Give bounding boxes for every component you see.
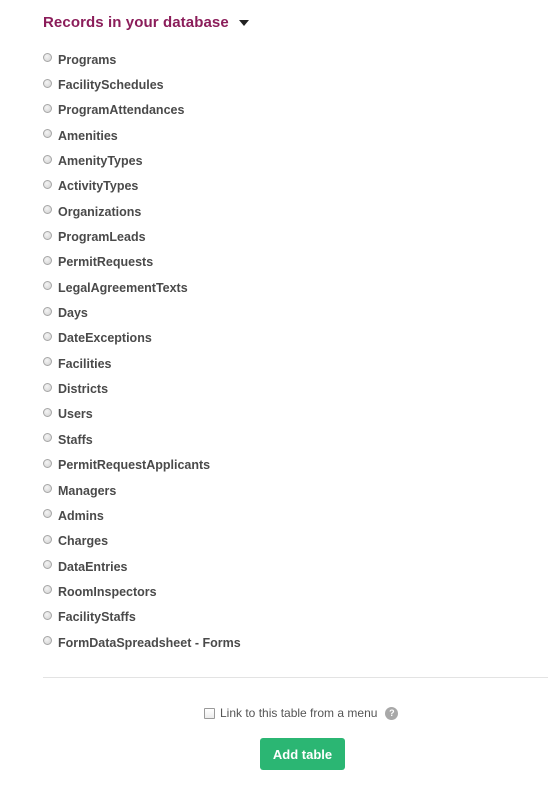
record-radio[interactable] bbox=[43, 357, 52, 367]
record-item[interactable]: FormDataSpreadsheet - Forms bbox=[43, 630, 241, 655]
record-radio[interactable] bbox=[43, 281, 52, 291]
record-item[interactable]: Days bbox=[43, 300, 241, 325]
record-item[interactable]: ProgramAttendances bbox=[43, 98, 241, 123]
record-label: PermitRequestApplicants bbox=[58, 458, 211, 473]
record-radio[interactable] bbox=[43, 331, 52, 341]
record-item[interactable]: AmenityTypes bbox=[43, 148, 241, 173]
record-radio[interactable] bbox=[43, 129, 52, 139]
record-radio[interactable] bbox=[43, 78, 52, 88]
record-item[interactable]: DateExceptions bbox=[43, 326, 241, 351]
record-label: Days bbox=[58, 306, 88, 321]
records-header-title: Records in your database bbox=[43, 14, 229, 31]
caret-down-icon[interactable] bbox=[238, 20, 249, 26]
record-radio[interactable] bbox=[43, 610, 52, 620]
record-radio[interactable] bbox=[43, 230, 52, 240]
record-radio[interactable] bbox=[43, 484, 52, 494]
record-radio[interactable] bbox=[43, 306, 52, 316]
record-label: Users bbox=[58, 407, 93, 422]
record-label: DataEntries bbox=[58, 559, 128, 574]
record-item[interactable]: ActivityTypes bbox=[43, 174, 241, 199]
record-label: Admins bbox=[58, 508, 104, 523]
record-label: ActivityTypes bbox=[58, 179, 139, 194]
record-item[interactable]: Users bbox=[43, 402, 241, 427]
record-radio[interactable] bbox=[43, 636, 52, 646]
record-label: Districts bbox=[58, 382, 109, 397]
record-label: Facilities bbox=[58, 356, 112, 371]
record-label: Amenities bbox=[58, 128, 118, 143]
record-radio[interactable] bbox=[43, 407, 52, 417]
record-label: Organizations bbox=[58, 204, 142, 219]
record-label: LegalAgreementTexts bbox=[58, 280, 188, 295]
record-item[interactable]: Admins bbox=[43, 503, 241, 528]
record-radio[interactable] bbox=[43, 154, 52, 164]
record-item[interactable]: DataEntries bbox=[43, 554, 241, 579]
link-option-row: Link to this table from a menu ? bbox=[204, 706, 399, 720]
record-label: DateExceptions bbox=[58, 331, 152, 346]
record-item[interactable]: PermitRequestApplicants bbox=[43, 453, 241, 478]
record-item[interactable]: ProgramLeads bbox=[43, 224, 241, 249]
record-item[interactable]: Facilities bbox=[43, 351, 241, 376]
record-item[interactable]: Amenities bbox=[43, 123, 241, 148]
record-radio[interactable] bbox=[43, 509, 52, 519]
record-radio[interactable] bbox=[43, 433, 52, 443]
divider bbox=[43, 677, 548, 678]
record-radio[interactable] bbox=[43, 585, 52, 595]
record-item[interactable]: Charges bbox=[43, 529, 241, 554]
record-item[interactable]: Managers bbox=[43, 478, 241, 503]
record-item[interactable]: FacilitySchedules bbox=[43, 72, 241, 97]
record-item[interactable]: Staffs bbox=[43, 427, 241, 452]
record-label: RoomInspectors bbox=[58, 584, 157, 599]
record-label: Managers bbox=[58, 483, 117, 498]
record-label: Charges bbox=[58, 534, 109, 549]
record-item[interactable]: Programs bbox=[43, 47, 241, 72]
record-radio[interactable] bbox=[43, 103, 52, 113]
record-radio[interactable] bbox=[43, 382, 52, 392]
record-radio[interactable] bbox=[43, 205, 52, 215]
record-label: AmenityTypes bbox=[58, 154, 143, 169]
record-radio[interactable] bbox=[43, 458, 52, 468]
question-mark-icon[interactable]: ? bbox=[385, 706, 399, 720]
records-header-toggle[interactable]: Records in your database bbox=[43, 14, 249, 31]
record-label: FacilityStaffs bbox=[58, 610, 136, 625]
add-table-button[interactable]: Add table bbox=[260, 738, 345, 770]
record-label: ProgramLeads bbox=[58, 230, 146, 245]
link-menu-label[interactable]: Link to this table from a menu bbox=[220, 706, 377, 720]
record-label: FacilitySchedules bbox=[58, 78, 164, 93]
record-item[interactable]: PermitRequests bbox=[43, 250, 241, 275]
record-label: Staffs bbox=[58, 432, 93, 447]
record-radio[interactable] bbox=[43, 179, 52, 189]
record-radio[interactable] bbox=[43, 560, 52, 570]
record-label: PermitRequests bbox=[58, 255, 154, 270]
record-item[interactable]: Districts bbox=[43, 376, 241, 401]
record-label: FormDataSpreadsheet - Forms bbox=[58, 635, 241, 650]
record-label: ProgramAttendances bbox=[58, 103, 185, 118]
record-item[interactable]: Organizations bbox=[43, 199, 241, 224]
link-menu-checkbox[interactable] bbox=[204, 707, 215, 719]
record-radio[interactable] bbox=[43, 255, 52, 265]
record-radio[interactable] bbox=[43, 53, 52, 63]
record-item[interactable]: FacilityStaffs bbox=[43, 605, 241, 630]
record-radio[interactable] bbox=[43, 534, 52, 544]
record-item[interactable]: RoomInspectors bbox=[43, 579, 241, 604]
records-list: Programs FacilitySchedules ProgramAttendan… bbox=[43, 47, 241, 655]
record-item[interactable]: LegalAgreementTexts bbox=[43, 275, 241, 300]
record-label: Programs bbox=[58, 52, 117, 67]
